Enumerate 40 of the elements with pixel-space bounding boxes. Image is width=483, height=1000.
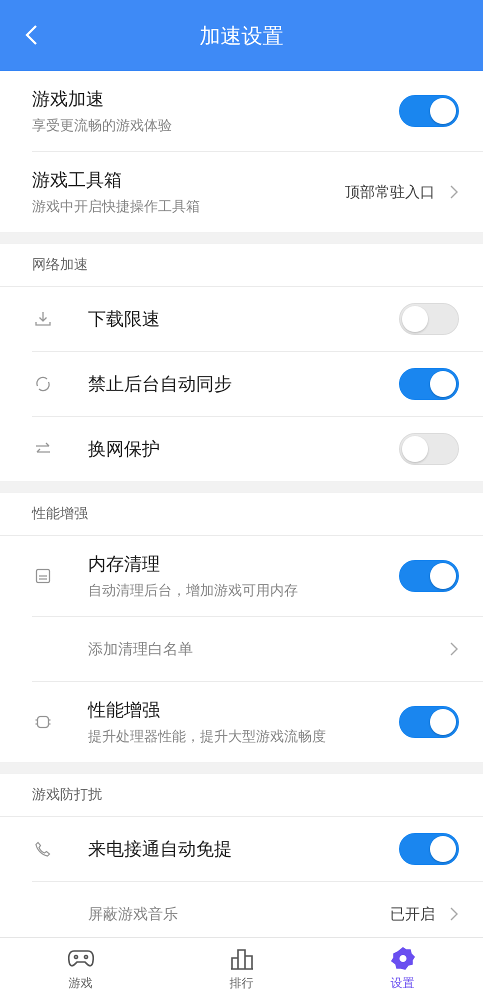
nav-tab[interactable]: 游戏	[0, 938, 161, 1000]
toggle-switch[interactable]	[399, 95, 459, 127]
download-icon	[34, 310, 52, 328]
toggle-switch[interactable]	[399, 560, 459, 592]
section-heading: 网络加速	[32, 256, 88, 274]
page-title: 加速设置	[200, 22, 284, 50]
chevron-right-icon[interactable]	[449, 641, 459, 657]
setting-title: 游戏工具箱	[32, 169, 123, 192]
memory-card-icon	[34, 567, 52, 585]
chevron-right-icon[interactable]	[449, 184, 459, 200]
setting-description: 提升处理器性能，提升大型游戏流畅度	[88, 728, 327, 746]
chevron-right-icon[interactable]	[449, 906, 459, 922]
toggle-switch[interactable]	[399, 368, 459, 400]
section-heading: 游戏防打扰	[32, 786, 102, 804]
gear-icon	[390, 946, 416, 970]
nav-tab[interactable]: 排行	[161, 938, 322, 1000]
setting-title: 性能增强	[88, 699, 161, 722]
setting-title: 换网保护	[88, 438, 161, 461]
bar-chart-icon	[228, 946, 254, 970]
setting-title: 禁止后台自动同步	[88, 373, 233, 396]
setting-title: 屏蔽游戏音乐	[88, 904, 179, 924]
setting-description: 享受更流畅的游戏体验	[32, 117, 173, 135]
nav-tab[interactable]: 设置	[322, 938, 483, 1000]
back-button[interactable]	[24, 24, 38, 46]
phone-icon	[34, 840, 52, 858]
setting-title: 内存清理	[88, 553, 161, 576]
setting-description: 游戏中开启快捷操作工具箱	[32, 198, 201, 216]
setting-title: 游戏加速	[32, 88, 105, 111]
setting-title: 添加清理白名单	[88, 640, 194, 658]
toggle-switch[interactable]	[399, 706, 459, 738]
setting-description: 自动清理后台，增加游戏可用内存	[88, 582, 299, 600]
setting-title: 下载限速	[88, 308, 161, 331]
back-icon	[24, 24, 38, 46]
setting-title: 来电接通自动免提	[88, 838, 233, 861]
section-heading: 性能增强	[32, 505, 88, 523]
toggle-switch[interactable]	[399, 833, 459, 865]
sync-icon	[34, 375, 52, 393]
setting-value: 已开启	[390, 904, 435, 924]
setting-value: 顶部常驻入口	[345, 182, 435, 202]
chip-icon	[34, 713, 52, 731]
